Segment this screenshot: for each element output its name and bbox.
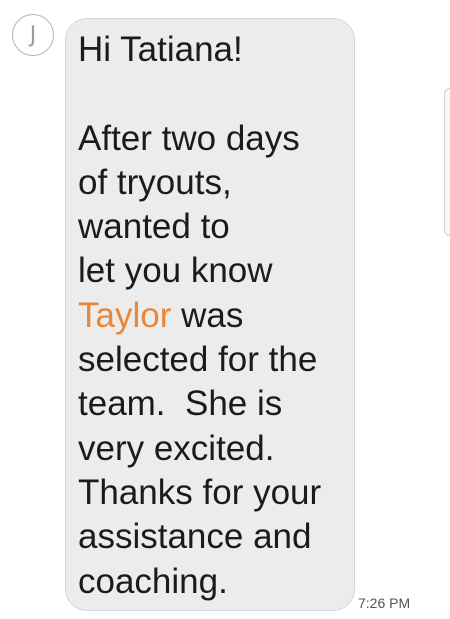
message-text: Hi Tatiana! After two days of tryouts, w…	[78, 28, 350, 604]
highlighted-name[interactable]: Taylor	[78, 296, 171, 335]
message-timestamp: 7:26 PM	[358, 595, 411, 611]
message-body-end: was selected for the team. She is very e…	[78, 295, 322, 601]
message-greeting: Hi Tatiana!	[78, 30, 243, 69]
contact-avatar[interactable]: J	[12, 14, 54, 56]
side-edge-handle[interactable]	[444, 88, 450, 236]
avatar-initial: J	[29, 22, 37, 48]
message-body-start: After two days of tryouts, wanted to let…	[78, 118, 300, 291]
conversation-screen: J Hi Tatiana! After two days of tryouts,…	[0, 0, 450, 619]
